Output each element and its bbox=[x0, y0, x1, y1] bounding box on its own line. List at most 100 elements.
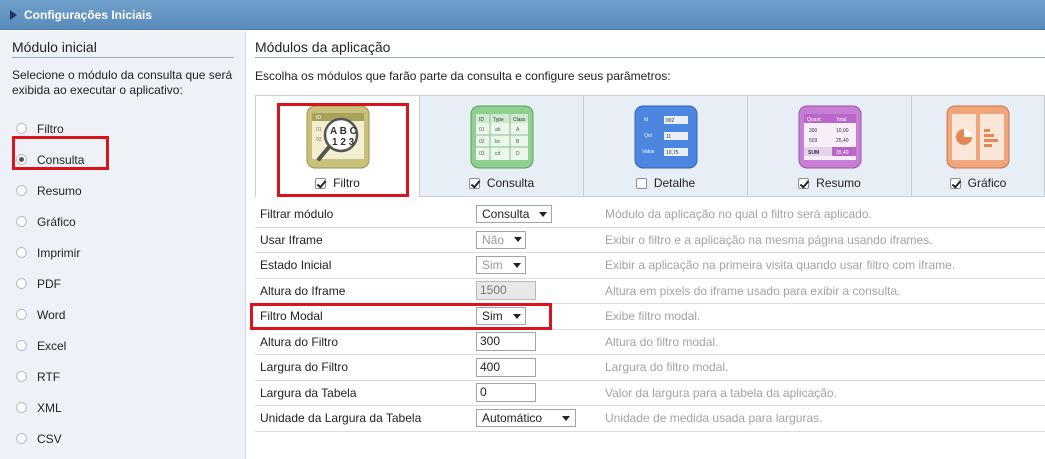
module-grafico[interactable]: Gráfico bbox=[911, 95, 1045, 197]
param-label: Filtrar módulo bbox=[260, 207, 334, 222]
radio-circle[interactable] bbox=[16, 402, 27, 413]
parameters-table: Filtrar módulo Consulta Módulo da aplica… bbox=[255, 202, 1045, 432]
radio-word[interactable]: Word bbox=[16, 299, 84, 330]
module-label: Resumo bbox=[816, 176, 861, 190]
module-checkbox[interactable] bbox=[468, 177, 480, 189]
grid-cell: cd bbox=[495, 151, 501, 157]
altura-iframe-input[interactable]: 1500 bbox=[476, 281, 536, 301]
filtrar-modulo-select[interactable]: Consulta bbox=[476, 205, 552, 224]
summary-cell: 10,00 bbox=[836, 128, 849, 134]
sidebar: Módulo inicial Selecione o módulo da con… bbox=[0, 31, 246, 459]
param-label: Usar Iframe bbox=[260, 232, 323, 247]
main-description: Escolha os módulos que farão parte da co… bbox=[255, 69, 671, 83]
select-value: Automático bbox=[482, 411, 543, 426]
chevron-down-icon bbox=[512, 313, 521, 319]
radio-circle[interactable] bbox=[16, 309, 27, 320]
radio-pdf[interactable]: PDF bbox=[16, 268, 84, 299]
altura-filtro-input[interactable]: 300 bbox=[476, 332, 536, 352]
detail-field-label: Value bbox=[642, 149, 655, 155]
param-row-largura-tabela: Largura da Tabela 0 Valor da largura par… bbox=[255, 381, 1045, 406]
param-row-largura-filtro: Largura do Filtro 400 Largura do filtro … bbox=[255, 355, 1045, 381]
module-detalhe[interactable]: Id 002 Qnt 11 Value 10,75 Detalhe bbox=[583, 95, 747, 197]
module-checkbox-row[interactable]: Gráfico bbox=[912, 176, 1044, 190]
summary-cell: 25,40 bbox=[836, 138, 849, 144]
module-checkbox-row[interactable]: Consulta bbox=[420, 176, 583, 190]
largura-filtro-input[interactable]: 400 bbox=[476, 357, 536, 377]
radio-rtf[interactable]: RTF bbox=[16, 361, 84, 392]
module-checkbox[interactable] bbox=[798, 177, 810, 189]
select-value: Consulta bbox=[482, 207, 530, 222]
collapse-triangle-icon[interactable] bbox=[10, 10, 17, 20]
sidebar-title: Módulo inicial bbox=[12, 39, 234, 58]
param-row-altura-iframe: Altura do Iframe 1500 Altura em pixels d… bbox=[255, 279, 1045, 304]
radio-csv[interactable]: CSV bbox=[16, 423, 84, 454]
chevron-down-icon bbox=[512, 262, 521, 268]
radio-resumo[interactable]: Resumo bbox=[16, 175, 84, 206]
unidade-largura-select[interactable]: Automático bbox=[476, 409, 576, 428]
param-label: Unidade da Largura da Tabela bbox=[260, 411, 422, 426]
param-row-estado-inicial: Estado Inicial Sim Exibir a aplicação na… bbox=[255, 253, 1045, 279]
radio-circle[interactable] bbox=[16, 185, 27, 196]
filter-icon-id: ID bbox=[316, 115, 321, 121]
radio-circle[interactable] bbox=[16, 278, 27, 289]
radio-circle[interactable] bbox=[16, 433, 27, 444]
radio-label: Imprimir bbox=[37, 245, 81, 260]
module-checkbox[interactable] bbox=[315, 177, 327, 189]
param-description: Largura do filtro modal. bbox=[605, 360, 729, 375]
radio-circle[interactable] bbox=[16, 216, 27, 227]
summary-header: Total bbox=[836, 117, 847, 123]
detail-field-value: 11 bbox=[666, 134, 671, 140]
main-title: Módulos da aplicação bbox=[255, 39, 1045, 58]
detail-field-label: Id bbox=[644, 117, 648, 123]
filtro-modal-select[interactable]: Sim bbox=[476, 307, 526, 326]
module-resumo[interactable]: Quant. Total 300 10,00 503 25,40 SUM 35,… bbox=[747, 95, 911, 197]
module-filtro[interactable]: ID 01 02 A B C 1 2 3 Filtro bbox=[255, 95, 419, 197]
param-row-altura-filtro: Altura do Filtro 300 Altura do filtro mo… bbox=[255, 330, 1045, 355]
radio-label: Filtro bbox=[37, 121, 64, 136]
param-label: Largura do Filtro bbox=[260, 360, 349, 375]
radio-imprimir[interactable]: Imprimir bbox=[16, 237, 84, 268]
detail-field-value: 10,75 bbox=[666, 150, 679, 156]
module-checkbox-row[interactable]: Detalhe bbox=[584, 176, 747, 190]
module-checkbox-row[interactable]: Resumo bbox=[748, 176, 911, 190]
module-checkbox-row[interactable]: Filtro bbox=[256, 176, 419, 190]
module-label: Consulta bbox=[486, 176, 535, 190]
radio-circle[interactable] bbox=[16, 371, 27, 382]
radio-excel[interactable]: Excel bbox=[16, 330, 84, 361]
param-description: Exibir a aplicação na primeira visita qu… bbox=[605, 258, 956, 273]
radio-circle[interactable] bbox=[16, 247, 27, 258]
grid-table-icon: ID Type Class 01 ab A 02 bc B 03 cd D bbox=[470, 105, 533, 169]
module-label: Detalhe bbox=[653, 176, 696, 190]
module-consulta[interactable]: ID Type Class 01 ab A 02 bc B 03 cd D Co… bbox=[419, 95, 583, 197]
detail-field-value: 002 bbox=[666, 118, 675, 124]
param-description: Exibe filtro modal. bbox=[605, 309, 701, 324]
largura-tabela-input[interactable]: 0 bbox=[476, 383, 536, 403]
radio-circle[interactable] bbox=[16, 154, 27, 165]
estado-inicial-select[interactable]: Sim bbox=[476, 256, 526, 275]
usar-iframe-select[interactable]: Não bbox=[476, 230, 526, 249]
radio-consulta[interactable]: Consulta bbox=[16, 144, 84, 175]
summary-cell: 300 bbox=[809, 128, 818, 134]
module-checkbox[interactable] bbox=[635, 177, 647, 189]
param-description: Unidade de medida usada para larguras. bbox=[605, 411, 823, 426]
radio-filtro[interactable]: Filtro bbox=[16, 113, 84, 144]
radio-xml[interactable]: XML bbox=[16, 392, 84, 423]
chevron-down-icon bbox=[562, 415, 570, 421]
select-value: Sim bbox=[482, 258, 503, 273]
detail-form-icon: Id 002 Qnt 11 Value 10,75 bbox=[634, 105, 697, 169]
param-description: Exibir o filtro e a aplicação na mesma p… bbox=[605, 232, 933, 247]
radio-circle[interactable] bbox=[16, 123, 27, 134]
param-label: Altura do Iframe bbox=[260, 283, 346, 298]
param-row-unidade-largura: Unidade da Largura da Tabela Automático … bbox=[255, 406, 1045, 432]
grid-cell: 03 bbox=[479, 151, 485, 157]
grid-header: ID bbox=[479, 117, 484, 123]
chevron-down-icon bbox=[539, 211, 548, 217]
param-row-filtro-modal: Filtro Modal Sim Exibe filtro modal. bbox=[255, 304, 1045, 330]
summary-sum-label: SUM bbox=[808, 150, 819, 156]
radio-grafico[interactable]: Gráfico bbox=[16, 206, 84, 237]
grid-cell: bc bbox=[495, 139, 501, 145]
module-tabs: ID 01 02 A B C 1 2 3 Filtro ID Type Clas… bbox=[255, 95, 1045, 197]
radio-circle[interactable] bbox=[16, 340, 27, 351]
module-checkbox[interactable] bbox=[949, 177, 961, 189]
grid-header: Class bbox=[513, 117, 526, 123]
